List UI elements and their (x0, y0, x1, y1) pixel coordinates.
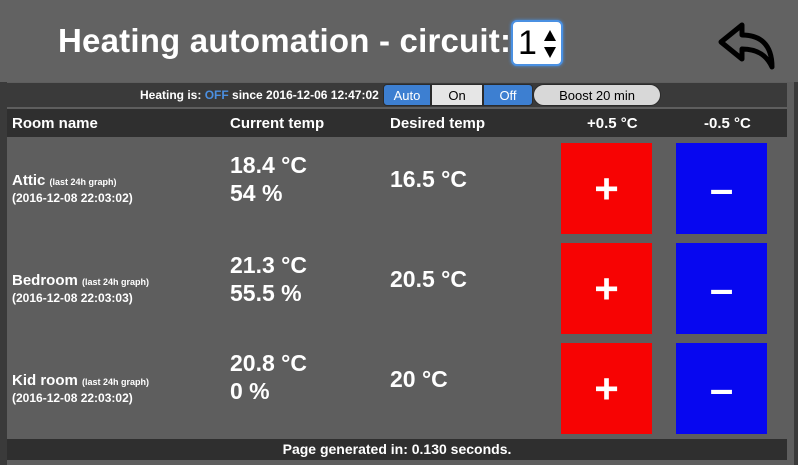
circuit-value: 1 (518, 23, 537, 62)
table-row: Attic (last 24h graph) (2016-12-08 22:03… (7, 140, 787, 240)
graph-link[interactable]: (last 24h graph) (50, 177, 117, 187)
current-humidity: 54 % (230, 180, 283, 206)
room-updated-date: (2016-12-08 22:03:02) (12, 391, 133, 405)
page-footer: Page generated in: 0.130 seconds. (7, 439, 787, 460)
room-updated-date: (2016-12-08 22:03:03) (12, 291, 133, 305)
page-title: Heating automation - circuit: (58, 22, 512, 59)
status-prefix: Heating is: (140, 88, 202, 102)
desired-temp: 20 °C (390, 366, 448, 392)
header-plus: +0.5 °C (587, 115, 638, 132)
mode-auto-button[interactable]: Auto (383, 84, 431, 106)
current-humidity: 0 % (230, 378, 270, 404)
mode-on-button[interactable]: On (431, 84, 483, 106)
circuit-select[interactable]: 1 (511, 20, 563, 66)
current-humidity: 55.5 % (230, 280, 302, 306)
graph-link[interactable]: (last 24h graph) (82, 377, 149, 387)
table-row: Kid room (last 24h graph) (2016-12-08 22… (7, 340, 787, 440)
table-row: Bedroom (last 24h graph) (2016-12-08 22:… (7, 240, 787, 340)
desired-temp: 16.5 °C (390, 166, 467, 192)
room-updated-date: (2016-12-08 22:03:02) (12, 191, 133, 205)
current-temp: 18.4 °C (230, 152, 307, 178)
table-header: Room name Current temp Desired temp +0.5… (7, 109, 787, 137)
header-room-name: Room name (12, 115, 98, 132)
header: Heating automation - circuit: 1 (0, 0, 798, 82)
increase-temp-button[interactable]: + (561, 343, 652, 434)
header-current-temp: Current temp (230, 115, 325, 132)
room-name[interactable]: Bedroom (last 24h graph) (12, 272, 149, 289)
mode-off-button[interactable]: Off (483, 84, 533, 106)
boost-button[interactable]: Boost 20 min (533, 84, 661, 106)
header-minus: -0.5 °C (704, 115, 751, 132)
header-desired-temp: Desired temp (390, 115, 486, 132)
increase-temp-button[interactable]: + (561, 243, 652, 334)
current-temp: 20.8 °C (230, 350, 307, 376)
status-bar: Heating is: OFF since 2016-12-06 12:47:0… (7, 83, 787, 107)
back-arrow-icon[interactable] (716, 22, 776, 70)
increase-temp-button[interactable]: + (561, 143, 652, 234)
graph-link[interactable]: (last 24h graph) (82, 277, 149, 287)
room-name-text: Attic (12, 172, 46, 189)
decrease-temp-button[interactable]: – (676, 243, 767, 334)
decrease-temp-button[interactable]: – (676, 343, 767, 434)
status-state: OFF (204, 88, 229, 102)
room-name[interactable]: Attic (last 24h graph) (12, 172, 117, 189)
room-name-text: Kid room (12, 372, 78, 389)
room-name[interactable]: Kid room (last 24h graph) (12, 372, 149, 389)
decrease-temp-button[interactable]: – (676, 143, 767, 234)
heating-status: Heating is: OFF since 2016-12-06 12:47:0… (140, 88, 379, 102)
stepper-arrows-icon (544, 30, 556, 58)
room-name-text: Bedroom (12, 272, 78, 289)
status-since: since 2016-12-06 12:47:02 (232, 88, 379, 102)
current-temp: 21.3 °C (230, 252, 307, 278)
desired-temp: 20.5 °C (390, 266, 467, 292)
